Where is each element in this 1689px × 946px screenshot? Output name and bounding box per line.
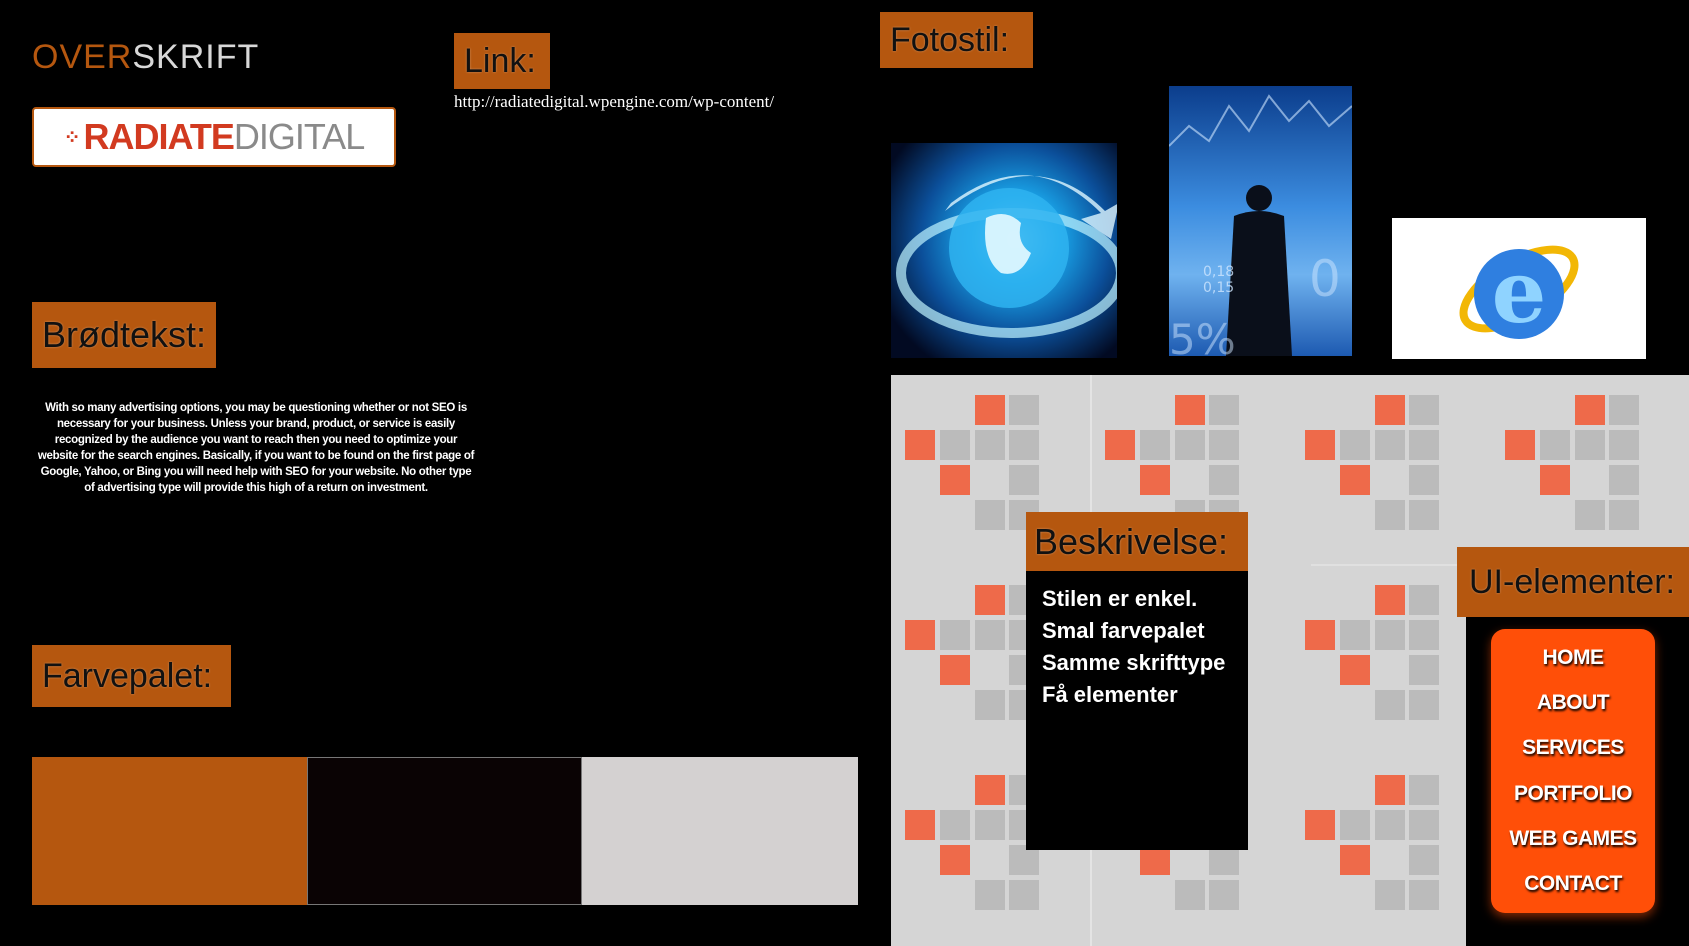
nav-item-web-games[interactable]: WEB GAMES bbox=[1509, 827, 1637, 851]
globe-arrow-icon bbox=[896, 175, 1117, 338]
heading-part-gray: SKRIFT bbox=[132, 38, 260, 76]
svg-text:5%: 5% bbox=[1169, 315, 1236, 356]
page-heading: OVERSKRIFT bbox=[32, 38, 259, 77]
description-line: Smal farvepalet bbox=[1042, 618, 1205, 643]
body-text-label: Brødtekst: bbox=[32, 302, 216, 368]
heading-part-orange: OVER bbox=[32, 38, 133, 76]
svg-text:0,18: 0,18 bbox=[1203, 264, 1234, 280]
logo-dots-icon: ⁘ bbox=[63, 126, 81, 149]
description-box: Stilen er enkel. Smal farvepalet Samme s… bbox=[1026, 571, 1248, 850]
nav-menu: HOME ABOUT SERVICES PORTFOLIO WEB GAMES … bbox=[1491, 629, 1655, 913]
palette-label: Farvepalet: bbox=[32, 645, 231, 707]
svg-text:e: e bbox=[1492, 242, 1547, 343]
palette-swatch-black bbox=[307, 757, 582, 905]
ui-elements-label: UI-elementer: bbox=[1457, 547, 1689, 617]
nav-item-services[interactable]: SERVICES bbox=[1522, 736, 1624, 760]
palette-swatch-orange bbox=[32, 757, 307, 905]
nav-item-about[interactable]: ABOUT bbox=[1537, 691, 1610, 715]
nav-item-contact[interactable]: CONTACT bbox=[1524, 872, 1622, 896]
internet-explorer-logo: e bbox=[1392, 218, 1646, 359]
svg-text:0: 0 bbox=[1309, 250, 1341, 308]
logo-text-gray: DIGITAL bbox=[233, 116, 365, 157]
description-line: Få elementer bbox=[1042, 682, 1178, 707]
description-line: Stilen er enkel. bbox=[1042, 586, 1198, 611]
businessman-icon: 0,18 0,15 5% 0 bbox=[1169, 94, 1352, 356]
nav-item-home[interactable]: HOME bbox=[1543, 646, 1605, 670]
businessman-chart-photo: 0,18 0,15 5% 0 bbox=[1169, 86, 1352, 356]
logo-text-red: RADIATE bbox=[83, 116, 235, 157]
link-label: Link: bbox=[454, 33, 550, 89]
photo-style-label: Fotostil: bbox=[880, 12, 1033, 68]
ie-logo-icon: e bbox=[1459, 242, 1579, 343]
svg-text:0,15: 0,15 bbox=[1203, 280, 1234, 296]
globe-arrow-photo bbox=[891, 143, 1117, 358]
body-paragraph: With so many advertising options, you ma… bbox=[37, 402, 475, 494]
link-url[interactable]: http://radiatedigital.wpengine.com/wp-co… bbox=[454, 92, 774, 112]
palette-swatch-gray bbox=[582, 757, 858, 905]
description-label: Beskrivelse: bbox=[1026, 512, 1248, 571]
description-line: Samme skrifttype bbox=[1042, 650, 1226, 675]
radiate-digital-logo: ⁘ RADIATE DIGITAL bbox=[32, 107, 396, 167]
nav-item-portfolio[interactable]: PORTFOLIO bbox=[1514, 782, 1633, 806]
